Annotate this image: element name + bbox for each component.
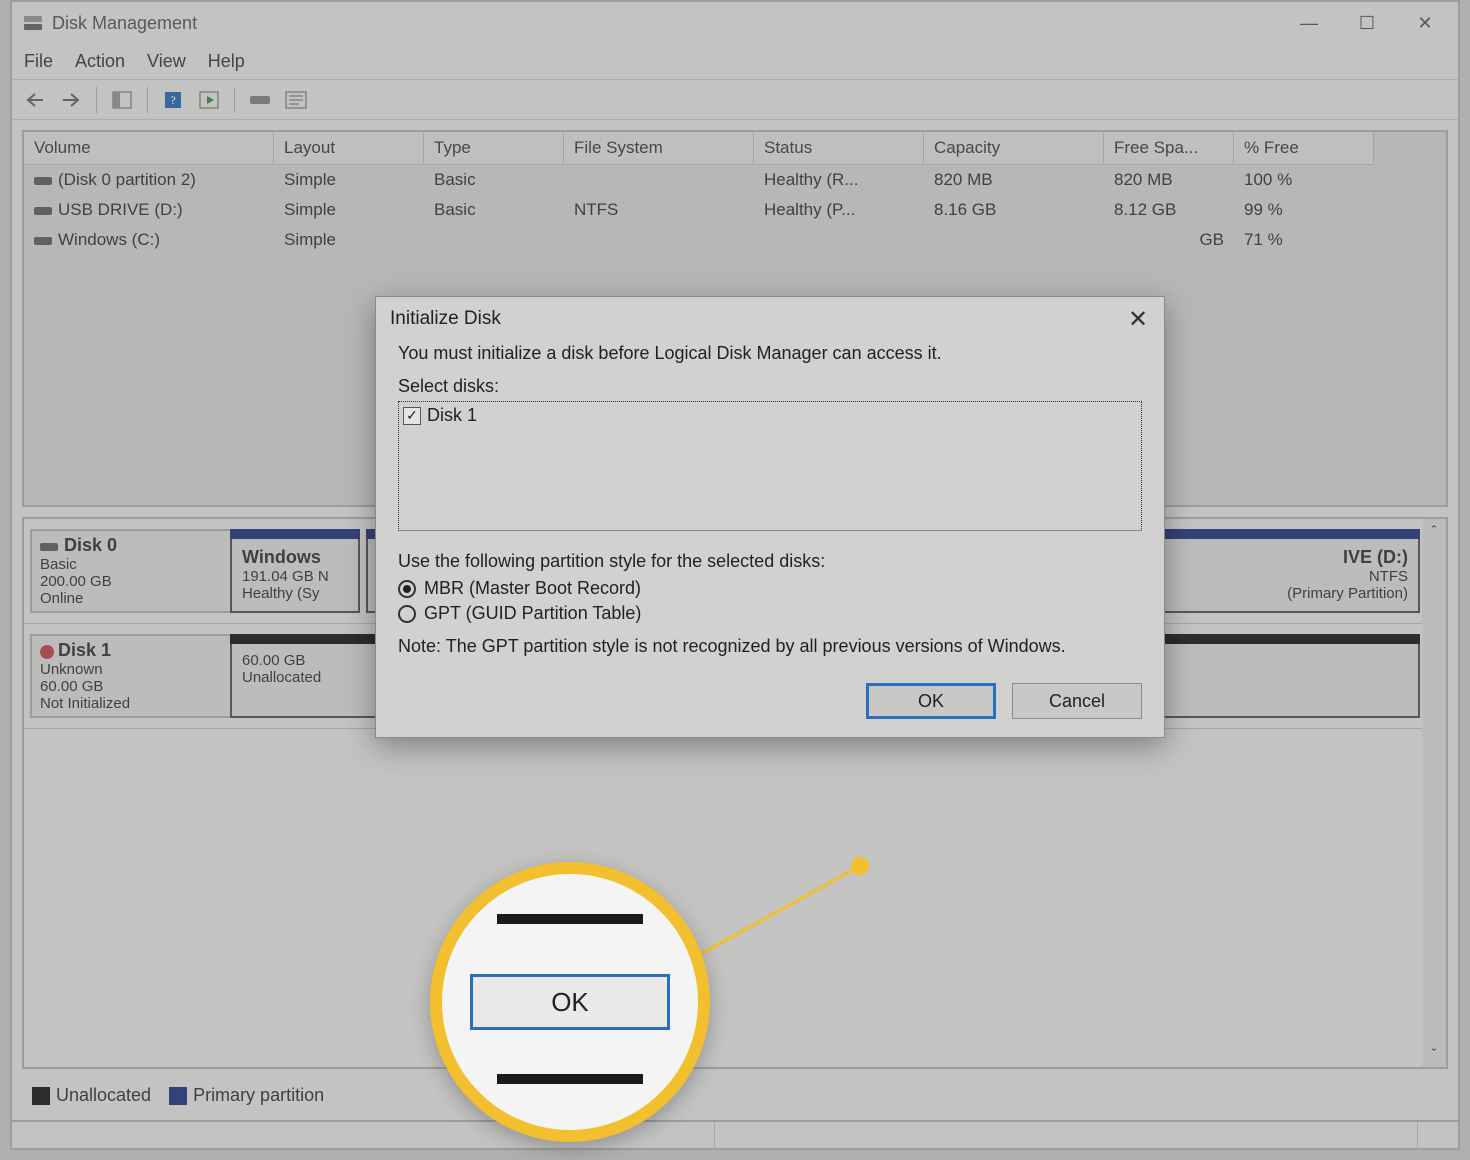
dialog-title: Initialize Disk <box>390 308 501 330</box>
disk-glyph-icon <box>40 543 58 551</box>
statusbar <box>12 1120 1458 1148</box>
cancel-button[interactable]: Cancel <box>1012 683 1142 719</box>
select-disks-label: Select disks: <box>398 376 1142 397</box>
menubar: File Action View Help <box>12 44 1458 80</box>
dialog-buttons: OK Cancel <box>376 673 1164 737</box>
scrollbar[interactable]: ˆ ˇ <box>1422 519 1446 1067</box>
list-item[interactable]: ✓ Disk 1 <box>403 405 1137 426</box>
app-icon <box>22 12 44 34</box>
col-type[interactable]: Type <box>424 132 564 165</box>
table-row[interactable]: (Disk 0 partition 2) Simple Basic Health… <box>24 165 1446 195</box>
table-row[interactable]: USB DRIVE (D:) Simple Basic NTFS Healthy… <box>24 195 1446 225</box>
callout-highlight: OK <box>430 862 710 1142</box>
titlebar: Disk Management — ☐ ✕ <box>12 2 1458 44</box>
radio-icon <box>398 580 416 598</box>
col-volume[interactable]: Volume <box>24 132 274 165</box>
menu-help[interactable]: Help <box>208 51 245 72</box>
volume-icon <box>34 237 52 245</box>
col-capacity[interactable]: Capacity <box>924 132 1104 165</box>
volume-icon <box>34 207 52 215</box>
menu-file[interactable]: File <box>24 51 53 72</box>
error-icon <box>40 645 54 659</box>
table-row[interactable]: Windows (C:) Simple GB 71 % <box>24 225 1446 255</box>
scroll-down-icon[interactable]: ˇ <box>1432 1046 1437 1063</box>
disk-label: Disk 0 Basic 200.00 GB Online <box>30 529 230 613</box>
scroll-up-icon[interactable]: ˆ <box>1432 523 1437 540</box>
col-status[interactable]: Status <box>754 132 924 165</box>
radio-gpt[interactable]: GPT (GUID Partition Table) <box>398 603 1142 624</box>
checkbox-icon[interactable]: ✓ <box>403 407 421 425</box>
maximize-button[interactable]: ☐ <box>1338 5 1396 41</box>
dialog-close-button[interactable]: ✕ <box>1126 307 1150 331</box>
toolbar: ? <box>12 80 1458 120</box>
radio-mbr[interactable]: MBR (Master Boot Record) <box>398 578 1142 599</box>
svg-text:?: ? <box>170 93 175 107</box>
window-title: Disk Management <box>52 13 1280 34</box>
disk-icon[interactable] <box>245 85 275 115</box>
col-layout[interactable]: Layout <box>274 132 424 165</box>
ok-button[interactable]: OK <box>866 683 996 719</box>
callout-ok-button: OK <box>470 974 670 1030</box>
legend-swatch-primary <box>169 1087 187 1105</box>
radio-icon <box>398 605 416 623</box>
menu-action[interactable]: Action <box>75 51 125 72</box>
show-hide-tree-button[interactable] <box>107 85 137 115</box>
disk-listbox[interactable]: ✓ Disk 1 <box>398 401 1142 531</box>
partition-style-label: Use the following partition style for th… <box>398 551 1142 572</box>
initialize-disk-dialog: Initialize Disk ✕ You must initialize a … <box>375 296 1165 738</box>
dialog-instruction: You must initialize a disk before Logica… <box>398 343 1142 364</box>
col-free[interactable]: Free Spa... <box>1104 132 1234 165</box>
back-button[interactable] <box>20 85 50 115</box>
volume-icon <box>34 177 52 185</box>
partition-box[interactable]: Windows 191.04 GB N Healthy (Sy <box>230 529 360 613</box>
legend-swatch-unallocated <box>32 1087 50 1105</box>
close-button[interactable]: ✕ <box>1396 5 1454 41</box>
legend: Unallocated Primary partition <box>22 1079 1448 1116</box>
col-pctfree[interactable]: % Free <box>1234 132 1374 165</box>
minimize-button[interactable]: — <box>1280 5 1338 41</box>
partition-style-note: Note: The GPT partition style is not rec… <box>398 636 1078 657</box>
dialog-titlebar: Initialize Disk ✕ <box>376 297 1164 339</box>
volume-list-header: Volume Layout Type File System Status Ca… <box>24 132 1446 165</box>
menu-view[interactable]: View <box>147 51 186 72</box>
disk-label: Disk 1 Unknown 60.00 GB Not Initialized <box>30 634 230 718</box>
disk-item-label: Disk 1 <box>427 405 477 426</box>
forward-button[interactable] <box>56 85 86 115</box>
help-icon[interactable]: ? <box>158 85 188 115</box>
properties-icon[interactable] <box>281 85 311 115</box>
col-filesystem[interactable]: File System <box>564 132 754 165</box>
window-buttons: — ☐ ✕ <box>1280 5 1454 41</box>
refresh-button[interactable] <box>194 85 224 115</box>
